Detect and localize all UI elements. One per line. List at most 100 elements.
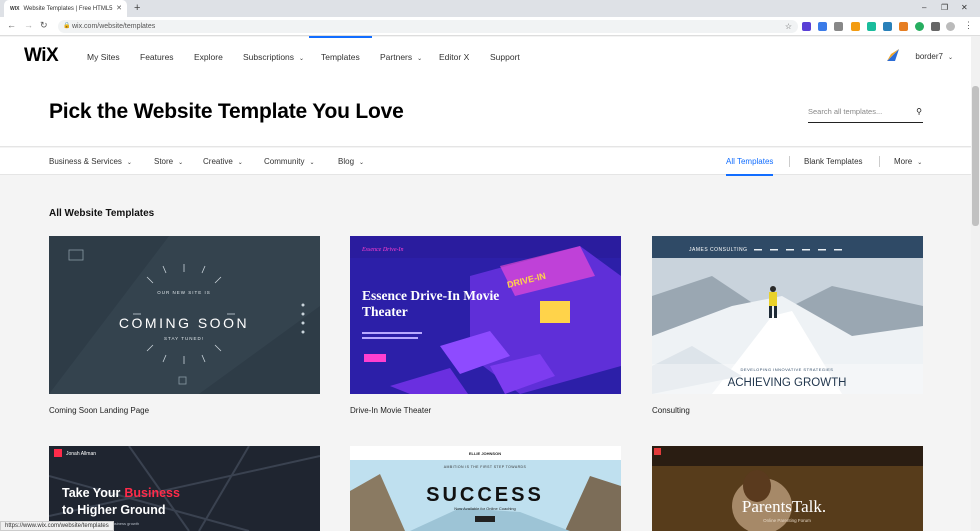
extension-icon[interactable] <box>802 22 811 31</box>
browser-tab[interactable]: WIX Website Templates | Free HTML5 ✕ <box>4 0 127 17</box>
extension-icon[interactable] <box>883 22 892 31</box>
camera-extension-icon[interactable] <box>834 22 843 31</box>
bookmark-star-icon[interactable]: ☆ <box>785 20 792 33</box>
page-scrollbar[interactable] <box>971 36 980 531</box>
lock-icon: 🔒 <box>63 23 71 29</box>
success-tag: AMBITION IS THE FIRST STEP TOWARDS <box>444 465 527 469</box>
address-bar[interactable]: 🔒 wix.com/website/templates ☆ <box>58 20 798 33</box>
nav-templates[interactable]: Templates <box>309 36 372 62</box>
tab-title: Website Templates | Free HTML5 <box>23 5 113 12</box>
category-label: Community <box>264 157 305 166</box>
divider <box>879 156 880 167</box>
reload-icon[interactable]: ↻ <box>40 20 48 31</box>
category-business[interactable]: Business & Services ⌄ <box>49 157 132 166</box>
site-header: WiX My Sites Features Explore Subscripti… <box>0 36 980 76</box>
back-icon[interactable]: ← <box>7 20 16 30</box>
user-menu[interactable]: border7 ⌄ <box>915 52 953 61</box>
close-tab-icon[interactable]: ✕ <box>116 4 122 12</box>
chevron-down-icon: ⌄ <box>299 56 305 62</box>
category-label: Creative <box>203 157 233 166</box>
wix-favicon-icon: WIX <box>10 5 20 12</box>
template-thumbnail: Essence Drive-In DRIVE-IN Essence Drive-… <box>350 236 621 394</box>
category-blog[interactable]: Blog ⌄ <box>338 157 364 166</box>
chevron-down-icon: ⌄ <box>359 160 365 166</box>
profile-avatar-icon[interactable] <box>946 22 955 31</box>
chevron-down-icon: ⌄ <box>237 160 243 166</box>
scrollbar-thumb[interactable] <box>972 86 979 226</box>
nav-partners[interactable]: Partners ⌄ <box>380 52 422 62</box>
section-title: All Website Templates <box>49 208 155 219</box>
extension-icon[interactable] <box>867 22 876 31</box>
tab-all-templates[interactable]: All Templates <box>726 157 774 176</box>
coming-soon-heading: COMING SOON <box>119 315 249 331</box>
chevron-down-icon: ⌄ <box>178 160 184 166</box>
parents-talk-sub: Online Parenting Forum <box>763 518 811 523</box>
category-label: Business & Services <box>49 157 122 166</box>
close-window-icon[interactable]: ✕ <box>961 3 968 12</box>
template-card-parents-talk[interactable]: ParentsTalk. Online Parenting Forum <box>652 446 923 531</box>
wix-logo[interactable]: WiX <box>24 45 59 67</box>
template-thumbnail: OUR NEW SITE IS COMING SOON STAY TUNED! <box>49 236 320 394</box>
success-sub: Now Available for Online Coaching <box>454 506 516 511</box>
template-card-coming-soon[interactable]: OUR NEW SITE IS COMING SOON STAY TUNED! <box>49 236 320 394</box>
user-avatar-icon[interactable] <box>886 48 900 62</box>
template-caption[interactable]: Drive-In Movie Theater <box>350 406 431 415</box>
success-brand: ELLIE JOHNSON <box>469 451 501 456</box>
category-creative[interactable]: Creative ⌄ <box>203 157 243 166</box>
hero-section: Pick the Website Template You Love Searc… <box>0 76 980 147</box>
category-label: Blog <box>338 157 355 166</box>
extension-icon[interactable] <box>915 22 924 31</box>
nav-subscriptions[interactable]: Subscriptions ⌄ <box>243 52 304 62</box>
template-thumbnail: Jonah Allman Take Your Business to Higher… <box>49 446 320 531</box>
business-brand: Jonah Allman <box>66 451 96 457</box>
nav-editor-x[interactable]: Editor X <box>439 52 469 62</box>
nav-my-sites[interactable]: My Sites <box>87 52 120 62</box>
parents-talk-heading: ParentsTalk. <box>742 497 826 516</box>
business-heading-red: Business <box>124 486 180 500</box>
nav-subscriptions-label: Subscriptions <box>243 52 295 62</box>
template-card-consulting[interactable]: JAMES CONSULTING DEVELOPING INNOVATIVE S… <box>652 236 923 394</box>
chevron-down-icon: ⌄ <box>947 55 953 61</box>
minimize-icon[interactable]: – <box>922 3 926 12</box>
restore-icon[interactable]: ❐ <box>941 3 948 12</box>
business-heading-line2: to Higher Ground <box>62 503 165 517</box>
template-card-drive-in[interactable]: Essence Drive-In DRIVE-IN Essence Drive-… <box>350 236 621 394</box>
business-heading-white: Take Your <box>62 486 120 500</box>
menu-kebab-icon[interactable]: ⋮ <box>964 20 973 31</box>
more-label: More <box>894 157 913 166</box>
nav-features[interactable]: Features <box>140 52 174 62</box>
extension-icon[interactable] <box>851 22 860 31</box>
template-caption[interactable]: Consulting <box>652 406 690 415</box>
divider <box>789 156 790 167</box>
coming-soon-line1: OUR NEW SITE IS <box>157 290 211 295</box>
puzzle-icon[interactable] <box>931 22 940 31</box>
template-card-success[interactable]: ELLIE JOHNSON AMBITION IS THE FIRST STEP… <box>350 446 621 531</box>
browser-tab-bar: WIX Website Templates | Free HTML5 ✕ + –… <box>0 0 980 17</box>
template-thumbnail: JAMES CONSULTING DEVELOPING INNOVATIVE S… <box>652 236 923 394</box>
search-input[interactable]: Search all templates... ⚲ <box>808 105 923 123</box>
chevron-down-icon: ⌄ <box>309 160 315 166</box>
template-card-business[interactable]: Jonah Allman Take Your Business to Higher… <box>49 446 320 531</box>
chevron-down-icon: ⌄ <box>417 56 423 62</box>
consulting-tag: DEVELOPING INNOVATIVE STRATEGIES <box>741 367 834 372</box>
category-store[interactable]: Store ⌄ <box>154 157 183 166</box>
nav-support[interactable]: Support <box>490 52 520 62</box>
tab-blank-templates[interactable]: Blank Templates <box>804 157 863 166</box>
new-tab-icon[interactable]: + <box>134 2 140 14</box>
template-caption[interactable]: Coming Soon Landing Page <box>49 406 149 415</box>
nav-partners-label: Partners <box>380 52 413 62</box>
forward-icon[interactable]: → <box>24 20 33 30</box>
address-url: wix.com/website/templates <box>72 23 156 30</box>
search-icon[interactable]: ⚲ <box>916 107 922 116</box>
page-title: Pick the Website Template You Love <box>49 100 404 123</box>
username: border7 <box>915 52 943 61</box>
extension-icon[interactable] <box>899 22 908 31</box>
category-community[interactable]: Community ⌄ <box>264 157 314 166</box>
success-heading: SUCCESS <box>426 484 544 506</box>
tab-more[interactable]: More ⌄ <box>894 157 922 166</box>
category-bar: Business & Services ⌄ Store ⌄ Creative ⌄ Co… <box>0 148 980 176</box>
chevron-down-icon: ⌄ <box>126 160 132 166</box>
extension-icon[interactable] <box>818 22 827 31</box>
nav-explore[interactable]: Explore <box>194 52 223 62</box>
consulting-brand: JAMES CONSULTING <box>689 247 747 253</box>
